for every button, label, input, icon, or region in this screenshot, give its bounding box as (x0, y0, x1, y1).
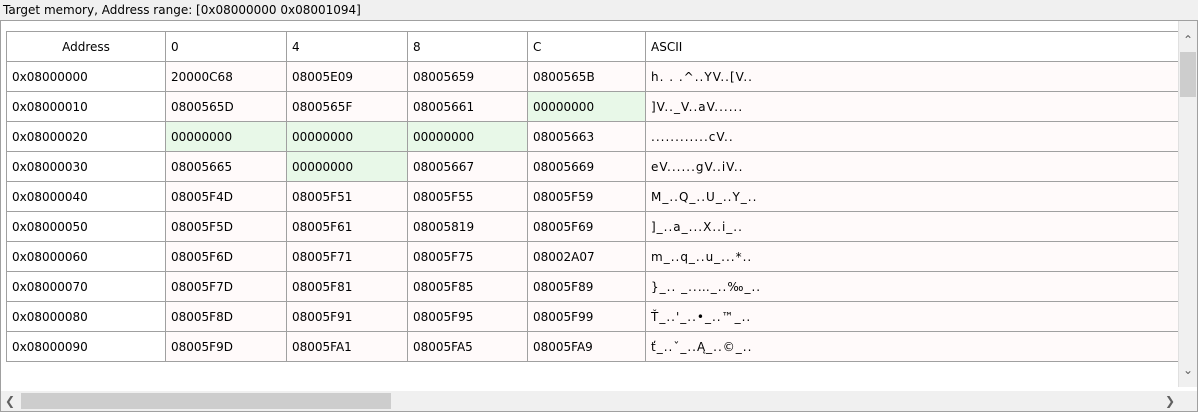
word-cell[interactable]: 08005665 (165, 151, 287, 182)
table-row[interactable]: 0x08000030 08005665 00000000 08005667 08… (6, 151, 1178, 182)
word-cell[interactable]: 08005F75 (407, 241, 528, 272)
horizontal-scroll-thumb[interactable] (21, 393, 391, 409)
window-title: Target memory, Address range: [0x0800000… (3, 3, 361, 17)
column-header-0[interactable]: 0 (165, 31, 287, 62)
scrollbar-corner (1179, 391, 1197, 411)
table-row[interactable]: 0x08000040 08005F4D 08005F51 08005F55 08… (6, 181, 1178, 212)
word-cell[interactable]: 08005F55 (407, 181, 528, 212)
address-cell[interactable]: 0x08000020 (6, 121, 166, 152)
column-header-4[interactable]: 4 (286, 31, 408, 62)
word-cell[interactable]: 08005667 (407, 151, 528, 182)
address-cell[interactable]: 0x08000000 (6, 61, 166, 92)
address-cell[interactable]: 0x08000090 (6, 331, 166, 362)
memory-view-panel: Address 0 4 8 C ASCII 0x08000000 20000C6… (0, 20, 1198, 412)
column-header-address[interactable]: Address (6, 31, 166, 62)
address-cell[interactable]: 0x08000080 (6, 301, 166, 332)
word-cell[interactable]: 08005FA1 (286, 331, 408, 362)
address-cell[interactable]: 0x08000060 (6, 241, 166, 272)
word-cell[interactable]: 08005E09 (286, 61, 408, 92)
address-cell[interactable]: 0x08000070 (6, 271, 166, 302)
word-cell[interactable]: 08005661 (407, 91, 528, 122)
ascii-cell[interactable]: eV......gV..iV.. (645, 151, 1178, 182)
word-cell[interactable]: 20000C68 (165, 61, 287, 92)
word-cell[interactable]: 08005F8D (165, 301, 287, 332)
address-cell[interactable]: 0x08000050 (6, 211, 166, 242)
address-cell[interactable]: 0x08000040 (6, 181, 166, 212)
table-row[interactable]: 0x08000090 08005F9D 08005FA1 08005FA5 08… (6, 331, 1178, 362)
ascii-cell[interactable]: ]V.._V..aV...... (645, 91, 1178, 122)
word-cell[interactable]: 0800565B (527, 61, 646, 92)
word-cell[interactable]: 00000000 (527, 91, 646, 122)
ascii-cell[interactable]: ť_..ˇ_..Ą_..©_.. (645, 331, 1178, 362)
word-cell[interactable]: 08005F69 (527, 211, 646, 242)
table-row[interactable]: 0x08000020 00000000 00000000 00000000 08… (6, 121, 1178, 152)
word-cell[interactable]: 08005819 (407, 211, 528, 242)
column-header-c[interactable]: C (527, 31, 646, 62)
memory-table: Address 0 4 8 C ASCII 0x08000000 20000C6… (6, 31, 1178, 362)
column-header-8[interactable]: 8 (407, 31, 528, 62)
table-row[interactable]: 0x08000080 08005F8D 08005F91 08005F95 08… (6, 301, 1178, 332)
ascii-cell[interactable]: Ť_..'_..•_..™_.. (645, 301, 1178, 332)
table-row[interactable]: 0x08000060 08005F6D 08005F71 08005F75 08… (6, 241, 1178, 272)
chevron-right-icon[interactable]: ❯ (1161, 392, 1179, 410)
word-cell[interactable]: 08005F95 (407, 301, 528, 332)
ascii-cell[interactable]: m_..q_..u_...*.. (645, 241, 1178, 272)
table-row[interactable]: 0x08000010 0800565D 0800565F 08005661 00… (6, 91, 1178, 122)
word-cell[interactable]: 00000000 (286, 121, 408, 152)
ascii-cell[interactable]: ............cV.. (645, 121, 1178, 152)
word-cell[interactable]: 0800565F (286, 91, 408, 122)
word-cell[interactable]: 08005F51 (286, 181, 408, 212)
column-header-ascii[interactable]: ASCII (645, 31, 1178, 62)
word-cell[interactable]: 08005F9D (165, 331, 287, 362)
word-cell[interactable]: 08005FA9 (527, 331, 646, 362)
word-cell[interactable]: 00000000 (407, 121, 528, 152)
table-row[interactable]: 0x08000050 08005F5D 08005F61 08005819 08… (6, 211, 1178, 242)
word-cell[interactable]: 08005F89 (527, 271, 646, 302)
chevron-up-icon[interactable]: ⌃ (1179, 31, 1197, 49)
table-row[interactable]: 0x08000000 20000C68 08005E09 08005659 08… (6, 61, 1178, 92)
word-cell[interactable]: 0800565D (165, 91, 287, 122)
word-cell[interactable]: 00000000 (286, 151, 408, 182)
word-cell[interactable]: 08005F85 (407, 271, 528, 302)
ascii-cell[interactable]: h. . .^..YV..[V.. (645, 61, 1178, 92)
word-cell[interactable]: 08005F4D (165, 181, 287, 212)
word-cell[interactable]: 08005669 (527, 151, 646, 182)
ascii-cell[interactable]: M_..Q_..U_..Y_.. (645, 181, 1178, 212)
word-cell[interactable]: 08005F61 (286, 211, 408, 242)
memory-grid: Address 0 4 8 C ASCII 0x08000000 20000C6… (6, 31, 1178, 396)
address-cell[interactable]: 0x08000010 (6, 91, 166, 122)
word-cell[interactable]: 08005F99 (527, 301, 646, 332)
word-cell[interactable]: 08005F7D (165, 271, 287, 302)
vertical-scroll-thumb[interactable] (1180, 52, 1196, 97)
table-row[interactable]: 0x08000070 08005F7D 08005F81 08005F85 08… (6, 271, 1178, 302)
table-header-row: Address 0 4 8 C ASCII (6, 31, 1178, 62)
word-cell[interactable]: 08005F5D (165, 211, 287, 242)
ascii-cell[interactable]: ]_..a_...X..i_.. (645, 211, 1178, 242)
vertical-scrollbar[interactable]: ⌃ ⌄ (1178, 21, 1197, 387)
chevron-down-icon[interactable]: ⌄ (1179, 361, 1197, 379)
word-cell[interactable]: 08005FA5 (407, 331, 528, 362)
word-cell[interactable]: 08005663 (527, 121, 646, 152)
word-cell[interactable]: 08005F81 (286, 271, 408, 302)
word-cell[interactable]: 08005F59 (527, 181, 646, 212)
ascii-cell[interactable]: }_.. _..…_..‰_.. (645, 271, 1178, 302)
word-cell[interactable]: 08002A07 (527, 241, 646, 272)
address-cell[interactable]: 0x08000030 (6, 151, 166, 182)
word-cell[interactable]: 08005F6D (165, 241, 287, 272)
horizontal-scrollbar[interactable]: ❮ ❯ (1, 391, 1179, 411)
word-cell[interactable]: 00000000 (165, 121, 287, 152)
word-cell[interactable]: 08005659 (407, 61, 528, 92)
word-cell[interactable]: 08005F91 (286, 301, 408, 332)
chevron-left-icon[interactable]: ❮ (1, 392, 19, 410)
word-cell[interactable]: 08005F71 (286, 241, 408, 272)
